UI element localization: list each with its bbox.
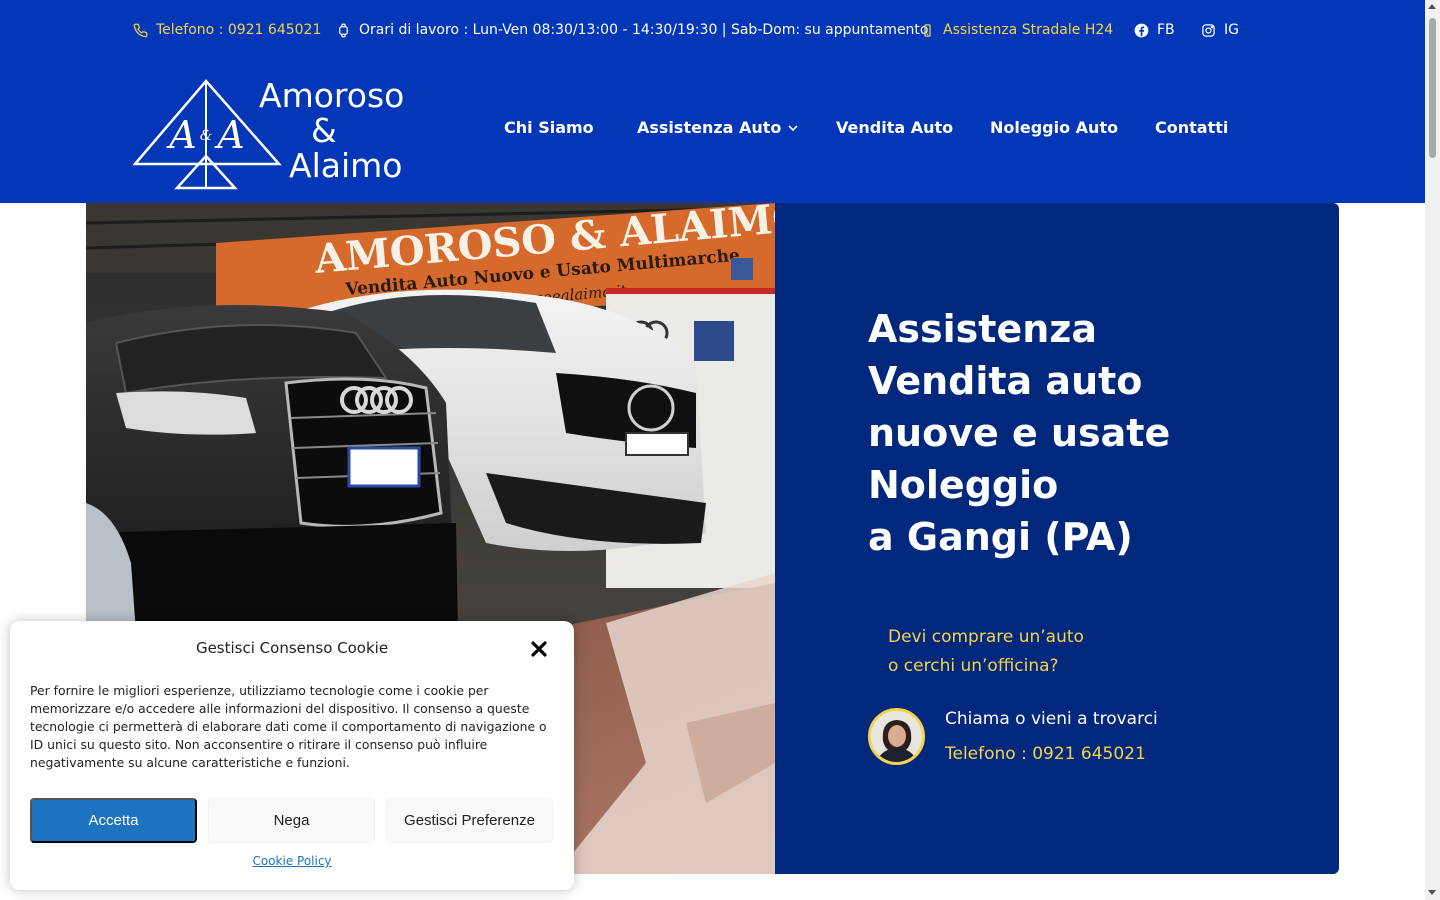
nav-item-label: Chi Siamo [504,118,594,137]
topbar-roadside-text: Assistenza Stradale H24 [943,22,1114,38]
scroll-down-arrow-icon[interactable] [1428,890,1436,895]
logo-line-2: & [311,111,337,150]
hero-panel: Assistenza Vendita auto nuove e usate No… [775,203,1339,874]
topbar-phone-text: Telefono : 0921 645021 [156,22,322,38]
hero-question: Devi comprare un’auto o cerchi un’offici… [888,623,1084,681]
hero-title-line: Assistenza [868,307,1098,351]
instagram-icon [1202,23,1215,37]
instagram-label: IG [1224,22,1239,38]
avatar [868,708,925,765]
manage-preferences-button[interactable]: Gestisci Preferenze [386,798,553,843]
logo-mark-a1: A [166,113,196,157]
logo-mark-a2: A [214,113,244,157]
nav-item-label: Vendita Auto [836,118,954,137]
chevron-down-icon [788,124,798,131]
page-scrollbar[interactable] [1425,0,1440,900]
hero-title-line: nuove e usate [868,411,1171,455]
contact-cta: Chiama o vieni a trovarci [945,709,1158,729]
topbar-phone-link[interactable]: Telefono : 0921 645021 [133,20,321,40]
contact-phone-link[interactable]: Telefono : 0921 645021 [945,744,1146,764]
topbar-hours-text: Orari di lavoro : Lun-Ven 08:30/13:00 - … [359,22,929,38]
logo-text: Amoroso & Alaimo [259,78,404,183]
logo-line-1: Amoroso [259,76,405,115]
logo-mark-ampersand: & [200,128,212,144]
logo-line-3: Alaimo [289,146,403,185]
scroll-up-arrow-icon[interactable] [1428,4,1436,9]
nav-item-vendita-auto[interactable]: Vendita Auto [836,118,953,137]
nav-item-chi-siamo[interactable]: Chi Siamo [504,118,594,137]
avatar-portrait [871,711,922,762]
mobile-icon [924,23,931,37]
accept-button[interactable]: Accetta [30,798,197,843]
hero-title-line: Vendita auto [868,359,1143,403]
topbar-hours: Orari di lavoro : Lun-Ven 08:30/13:00 - … [336,20,929,40]
hero-title: Assistenza Vendita auto nuove e usate No… [868,303,1308,563]
nav-item-label: Assistenza Auto [637,118,782,137]
page: Telefono : 0921 645021 Orari di lavoro :… [0,0,1440,900]
deny-button[interactable]: Nega [208,798,375,843]
cookie-dialog-body: Per fornire le migliori esperienze, util… [30,683,547,770]
nav-item-noleggio-auto[interactable]: Noleggio Auto [990,118,1118,137]
facebook-icon [1134,23,1149,37]
hero-title-line: a Gangi (PA) [868,515,1133,559]
topbar-roadside-link[interactable]: Assistenza Stradale H24 [920,20,1113,40]
scrollbar-thumb[interactable] [1429,18,1436,158]
hero-title-line: Noleggio [868,463,1059,507]
facebook-link[interactable]: FB [1134,20,1175,40]
cookie-policy-link[interactable]: Cookie Policy [10,854,574,868]
instagram-link[interactable]: IG [1201,20,1239,40]
hero-question-line: o cerchi un’officina? [888,656,1059,676]
hero-question-line: Devi comprare un’auto [888,627,1084,647]
facebook-label: FB [1157,22,1175,38]
phone-icon [133,23,148,37]
nav-item-label: Noleggio Auto [990,118,1119,137]
close-icon[interactable] [528,638,550,660]
topbar: Telefono : 0921 645021 Orari di lavoro :… [0,0,1425,60]
nav-item-assistenza-auto[interactable]: Assistenza Auto [637,118,799,137]
cookie-consent-dialog: Gestisci Consenso Cookie Per fornire le … [10,621,574,890]
site-logo[interactable]: A & A Amoroso & Alaimo [133,78,413,190]
nav-item-contatti[interactable]: Contatti [1155,118,1228,137]
site-header: Telefono : 0921 645021 Orari di lavoro :… [0,0,1425,203]
watch-icon [339,23,348,37]
cookie-dialog-title: Gestisci Consenso Cookie [195,639,389,657]
nav-item-label: Contatti [1155,118,1229,137]
